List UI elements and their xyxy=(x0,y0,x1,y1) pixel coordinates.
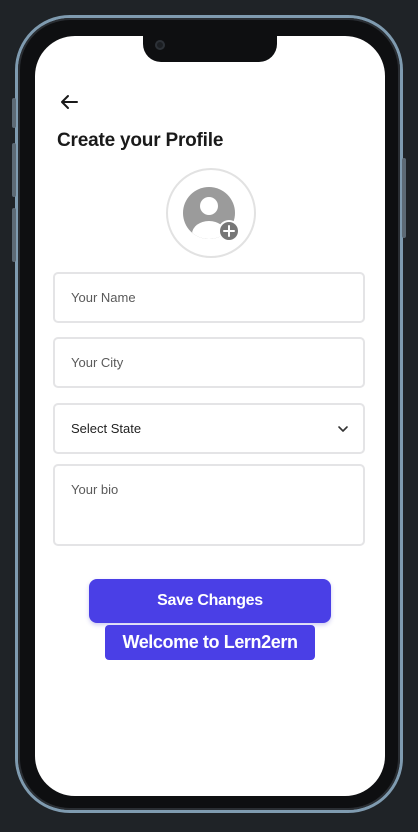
arrow-left-icon[interactable] xyxy=(57,90,81,114)
city-input[interactable] xyxy=(55,339,363,386)
mute-switch xyxy=(12,98,16,128)
volume-up-button xyxy=(12,143,16,197)
bio-field[interactable] xyxy=(53,464,365,546)
bio-input[interactable] xyxy=(55,466,363,544)
notch xyxy=(143,36,277,62)
plus-circle-icon[interactable] xyxy=(218,220,240,242)
state-selected-value: Select State xyxy=(71,421,142,436)
name-field[interactable] xyxy=(53,272,365,323)
camera-icon xyxy=(155,40,165,50)
welcome-banner: Welcome to Lern2ern xyxy=(105,625,315,660)
name-input[interactable] xyxy=(55,274,363,321)
avatar-upload[interactable] xyxy=(166,168,256,258)
phone-frame: Create your Profile Your Name Your City … xyxy=(12,18,406,810)
city-field[interactable] xyxy=(53,337,365,388)
app-screen: Create your Profile Your Name Your City … xyxy=(35,36,385,796)
page-title: Create your Profile xyxy=(57,130,224,151)
user-placeholder-icon xyxy=(183,187,240,242)
volume-down-button xyxy=(12,208,16,262)
chevron-down-icon xyxy=(338,426,348,432)
power-button xyxy=(402,158,406,238)
save-changes-button[interactable]: Save Changes xyxy=(89,579,331,623)
state-select[interactable]: Select State xyxy=(53,403,365,454)
